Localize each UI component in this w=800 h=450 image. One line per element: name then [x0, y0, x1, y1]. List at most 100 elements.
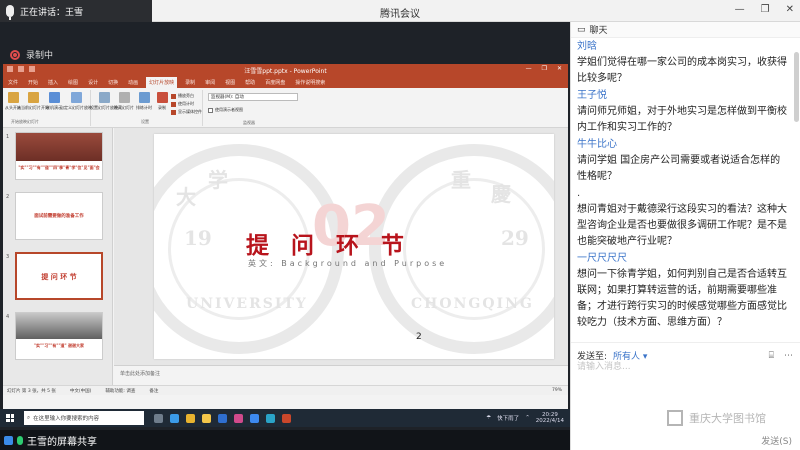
slide-thumbnail-pane: 1 "实""习""有""道""四"季"青"学"位"见"面"会 2 面试前需要做的… — [3, 128, 113, 385]
system-tray: ☂ 快下雨了 ⌃ 20:29 2022/4/14 — [486, 412, 564, 424]
tab-help[interactable]: 帮助 — [243, 79, 257, 88]
recording-indicator[interactable]: 录制中 — [10, 48, 53, 61]
hide-slide-button[interactable]: 隐藏幻灯片 — [114, 92, 134, 111]
windows-start-icon[interactable] — [6, 414, 14, 422]
task-view-icon[interactable] — [154, 413, 163, 423]
tab-transitions[interactable]: 切换 — [106, 79, 120, 88]
chat-header: ▭ 聊天 — [571, 22, 800, 38]
minimize-button[interactable]: — — [735, 4, 745, 15]
play-narrations-checkbox[interactable]: 播放旁白 — [171, 93, 194, 99]
present-online-button[interactable]: 联机演示 — [46, 92, 62, 111]
tab-record[interactable]: 录制 — [183, 79, 197, 88]
tab-review[interactable]: 审阅 — [203, 79, 217, 88]
tell-me-search[interactable]: 操作说明搜索 — [293, 79, 327, 88]
stopwatch-icon — [138, 92, 150, 103]
language-status[interactable]: 中文(中国) — [70, 388, 92, 394]
weather-text[interactable]: 快下雨了 — [497, 414, 519, 422]
record-slideshow-button[interactable]: 录制 — [155, 92, 169, 111]
slide-thumbnail-3[interactable]: 提 问 环 节 — [15, 252, 103, 300]
undo-icon[interactable] — [18, 66, 24, 72]
chat-scrollbar[interactable] — [794, 52, 799, 122]
powerpoint-icon[interactable] — [282, 413, 291, 423]
meeting-title-bar: 正在讲话：王雪 腾讯会议 — ❐ ✕ — [0, 0, 800, 22]
notes-toggle[interactable]: 备注 — [149, 388, 158, 394]
slide-canvas[interactable]: 大 学 19 UNIVERSITY 重 慶 29 CHONGQING 02 提问… — [114, 128, 568, 385]
tab-slideshow[interactable]: 幻灯片放映 — [146, 77, 178, 88]
record-icon — [10, 49, 20, 60]
app-icon[interactable] — [234, 413, 243, 423]
app-icon[interactable] — [250, 413, 259, 423]
edge-icon[interactable] — [170, 413, 179, 423]
presenter-view-checkbox[interactable]: 使用演示者视图 — [208, 107, 243, 113]
tab-animations[interactable]: 动画 — [126, 79, 140, 88]
slide-thumbnail-2[interactable]: 面试前需要做的准备工作 — [15, 192, 103, 240]
message-text: 想问一下徐青学姐，如何判别自己是否合适转互联网；如果打算转运营的话，前期需要哪些… — [577, 269, 787, 328]
word-icon[interactable] — [218, 413, 227, 423]
tencent-meeting-icon[interactable] — [266, 413, 275, 423]
ppt-window-controls: — ❐ ✕ — [526, 65, 562, 72]
current-slide[interactable]: 大 学 19 UNIVERSITY 重 慶 29 CHONGQING 02 提问… — [154, 134, 554, 359]
message-sender: 王子悦 — [577, 90, 607, 101]
use-timings-checkbox[interactable]: 使用计时 — [171, 101, 194, 107]
from-current-button[interactable]: 从当前幻灯片开始 — [17, 92, 49, 111]
slide-subtitle[interactable]: 英文: Background and Purpose — [248, 258, 447, 269]
explorer-icon[interactable] — [202, 413, 211, 423]
library-watermark: 重庆大学图书馆 — [667, 410, 766, 426]
maximize-button[interactable]: ❐ — [761, 4, 770, 15]
accessibility-status[interactable]: 辅助功能: 调查 — [105, 388, 135, 394]
setup-slideshow-button[interactable]: 设置幻灯片放映 — [90, 92, 118, 111]
ribbon-tabs: 文件 开始 插入 绘图 设计 切换 动画 幻灯片放映 录制 审阅 视图 帮助 百… — [3, 76, 568, 88]
show-media-controls-checkbox[interactable]: 显示媒体控件 — [171, 109, 202, 115]
slideshow-current-icon — [27, 92, 39, 103]
slide-thumbnail-1[interactable]: "实""习""有""道""四"季"青"学"位"见"面"会 — [15, 132, 103, 180]
zoom-level[interactable]: 79% — [552, 388, 562, 393]
notes-pane[interactable]: 单击此处添加备注 — [114, 365, 568, 385]
group-photo — [16, 313, 102, 339]
ppt-minimize-button[interactable]: — — [526, 65, 532, 72]
monitor-select[interactable]: 监视器(M): 自动 — [208, 93, 298, 101]
chat-input[interactable] — [577, 360, 792, 374]
tray-arrow-icon[interactable]: ⌃ — [525, 415, 530, 421]
tab-home[interactable]: 开始 — [26, 79, 40, 88]
tab-draw[interactable]: 绘图 — [66, 79, 80, 88]
slide-page-number: 2 — [416, 332, 422, 342]
taskbar-apps — [154, 413, 291, 423]
ppt-status-bar: 幻灯片 第 3 张，共 5 张 中文(中国) 辅助功能: 调查 备注 79% — [3, 385, 568, 395]
send-button[interactable]: 发送(S) — [761, 434, 792, 447]
folder-icon[interactable]: ⌸ — [769, 351, 774, 361]
setup-icon — [98, 92, 110, 103]
group-label-start: 开始放映幻灯片 — [11, 119, 39, 124]
slide-thumbnail-4[interactable]: "实""习""有""道" 谢谢大家 — [15, 312, 103, 360]
taskbar-search[interactable]: ⌕ 在这里输入你要搜索的内容 — [24, 411, 144, 425]
chrome-icon[interactable] — [186, 413, 195, 423]
slide-title[interactable]: 提问环节 — [246, 226, 436, 260]
chat-tools: ⌸ ⋯ — [769, 351, 793, 361]
chat-message-list[interactable]: 刘晗 学姐们觉得在哪一家公司的成本岗实习，收获得比较多呢？ 王子悦 请问师兄师姐… — [571, 38, 793, 336]
checkbox-box — [208, 107, 213, 113]
slide-count: 幻灯片 第 3 张，共 5 张 — [7, 388, 56, 394]
campus-photo — [16, 133, 102, 161]
clock[interactable]: 20:29 2022/4/14 — [536, 412, 564, 424]
speaking-indicator: 正在讲话：王雪 — [0, 0, 152, 22]
message-text: 学姐们觉得在哪一家公司的成本岗实习，收获得比较多呢？ — [577, 57, 787, 84]
tab-insert[interactable]: 插入 — [46, 79, 60, 88]
chat-panel: ▭ 聊天 刘晗 学姐们觉得在哪一家公司的成本岗实习，收获得比较多呢？ 王子悦 请… — [570, 22, 800, 450]
ribbon-group-start: 从头开始 从当前幻灯片开始 联机演示 自定义幻灯片放映 开始放映幻灯片 — [3, 90, 92, 126]
speaker-label: 正在讲话：王雪 — [20, 7, 84, 18]
more-icon[interactable]: ⋯ — [784, 351, 793, 361]
thumb-number: 2 — [6, 194, 10, 200]
tab-view[interactable]: 视图 — [223, 79, 237, 88]
tab-design[interactable]: 设计 — [86, 79, 100, 88]
custom-slideshow-button[interactable]: 自定义幻灯片放映 — [60, 92, 92, 111]
tab-baidu-netdisk[interactable]: 百度网盘 — [263, 79, 287, 88]
rehearse-timings-button[interactable]: 排练计时 — [136, 92, 152, 111]
tab-file[interactable]: 文件 — [6, 79, 20, 88]
message-text: 请问师兄师姐，对于外地实习是怎样做到平衡校内工作和实习工作的？ — [577, 106, 787, 133]
ppt-close-button[interactable]: ✕ — [557, 65, 562, 72]
close-button[interactable]: ✕ — [786, 4, 794, 15]
redo-icon[interactable] — [29, 66, 35, 72]
checkbox-box — [171, 101, 176, 107]
ppt-maximize-button[interactable]: ❐ — [542, 65, 547, 72]
save-icon[interactable] — [7, 66, 13, 72]
windows-taskbar: ⌕ 在这里输入你要搜索的内容 ☂ 快下雨了 ⌃ 20:29 2022/4/14 — [0, 409, 570, 427]
